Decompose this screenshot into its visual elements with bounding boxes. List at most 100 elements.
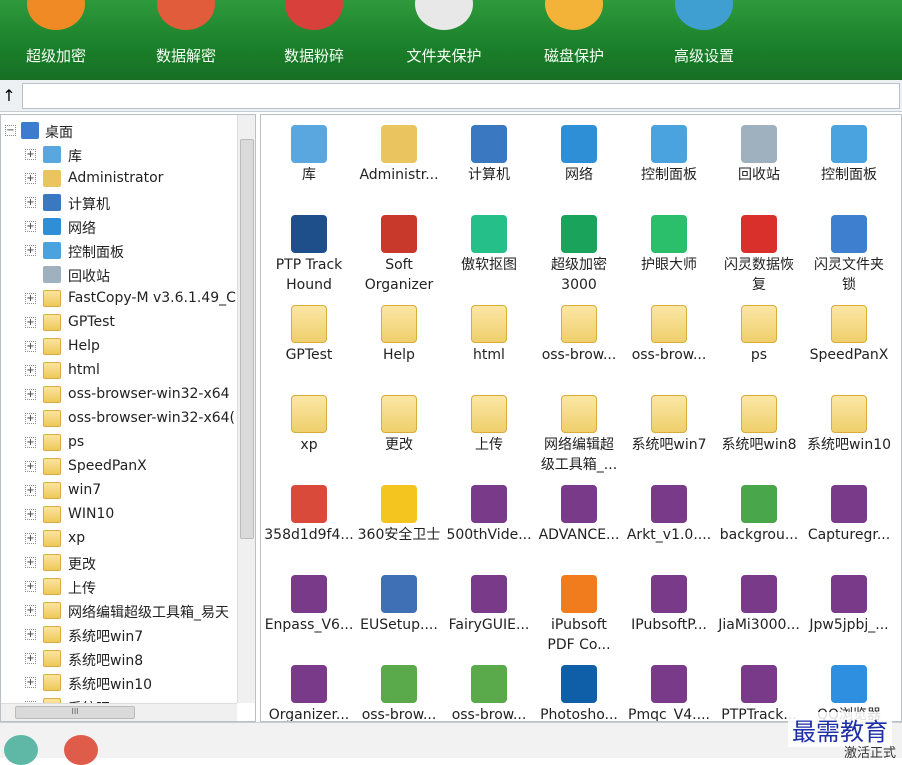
file-item[interactable]: oss-brow...	[534, 299, 624, 389]
expand-icon[interactable]: +	[25, 221, 36, 232]
file-item[interactable]: 更改	[354, 389, 444, 479]
tree-item[interactable]: + ps	[1, 431, 237, 455]
tree-item[interactable]: + 系统吧win8	[1, 647, 237, 671]
file-item[interactable]: 闪灵文件夹 锁	[804, 209, 894, 299]
expand-icon[interactable]: +	[25, 197, 36, 208]
file-item[interactable]: backgrou...	[714, 479, 804, 569]
file-item[interactable]: html	[444, 299, 534, 389]
file-item[interactable]: 系统吧win8	[714, 389, 804, 479]
tree-item[interactable]: + xp	[1, 527, 237, 551]
expand-icon[interactable]: +	[25, 413, 36, 424]
chat-icon[interactable]	[4, 735, 38, 765]
expand-icon[interactable]: +	[25, 581, 36, 592]
tree-item[interactable]: + 更改	[1, 551, 237, 575]
tree-item[interactable]: + 上传	[1, 575, 237, 599]
file-item[interactable]: 护眼大师	[624, 209, 714, 299]
toolbar-button-5[interactable]: 磁盘保护	[514, 0, 634, 80]
tree-item[interactable]: + html	[1, 359, 237, 383]
file-item[interactable]: xp	[264, 389, 354, 479]
file-item[interactable]: 360安全卫士	[354, 479, 444, 569]
expand-icon[interactable]: +	[25, 389, 36, 400]
file-item[interactable]: 系统吧win7	[624, 389, 714, 479]
expand-icon[interactable]: +	[25, 533, 36, 544]
expand-icon[interactable]: +	[25, 629, 36, 640]
folder-tree[interactable]: − 桌面 + 库 + Administrator + 计算机 + 网络 + 控制面板 回收站 + FastC…	[0, 114, 256, 722]
tree-item[interactable]: + win7	[1, 479, 237, 503]
file-item[interactable]: Arkt_v1.0....	[624, 479, 714, 569]
up-arrow-icon[interactable]: ↑	[0, 82, 18, 110]
expand-icon[interactable]: +	[25, 557, 36, 568]
tree-item[interactable]: + 网络	[1, 215, 237, 239]
tree-item[interactable]: + Help	[1, 335, 237, 359]
tree-vertical-scrollbar[interactable]	[237, 115, 255, 703]
rocket-icon[interactable]	[64, 735, 98, 765]
tree-item[interactable]: + 网络编辑超级工具箱_易天	[1, 599, 237, 623]
file-item[interactable]: FairyGUIE...	[444, 569, 534, 659]
tree-item[interactable]: + SpeedPanX	[1, 455, 237, 479]
file-item[interactable]: 回收站	[714, 119, 804, 209]
expand-icon[interactable]: +	[25, 461, 36, 472]
file-item[interactable]: Enpass_V6...	[264, 569, 354, 659]
file-item[interactable]: Pmqc_V4....	[624, 659, 714, 721]
tree-item[interactable]: + FastCopy-M v3.6.1.49_Cl	[1, 287, 237, 311]
tree-item[interactable]: + oss-browser-win32-x64	[1, 383, 237, 407]
file-item[interactable]: EUSetup....	[354, 569, 444, 659]
file-item[interactable]: Soft Organizer	[354, 209, 444, 299]
tree-item[interactable]: + GPTest	[1, 311, 237, 335]
collapse-icon[interactable]: −	[5, 125, 16, 136]
tree-item[interactable]: + WIN10	[1, 503, 237, 527]
scroll-thumb[interactable]	[240, 139, 254, 539]
file-item[interactable]: 计算机	[444, 119, 534, 209]
expand-icon[interactable]: +	[25, 677, 36, 688]
file-item[interactable]: Photosho...	[534, 659, 624, 721]
expand-icon[interactable]: +	[25, 509, 36, 520]
tree-item[interactable]: + Administrator	[1, 167, 237, 191]
file-item[interactable]: oss-brow...	[624, 299, 714, 389]
tree-root-desktop[interactable]: − 桌面	[1, 119, 237, 143]
address-input[interactable]	[22, 83, 900, 109]
file-item[interactable]: 网络	[534, 119, 624, 209]
expand-icon[interactable]: +	[25, 341, 36, 352]
scroll-thumb[interactable]: III	[15, 706, 135, 719]
file-item[interactable]: JiaMi3000...	[714, 569, 804, 659]
file-item[interactable]: Organizer...	[264, 659, 354, 721]
file-item[interactable]: 控制面板	[804, 119, 894, 209]
file-item[interactable]: Help	[354, 299, 444, 389]
file-item[interactable]: 500thVide...	[444, 479, 534, 569]
tree-item[interactable]: + 计算机	[1, 191, 237, 215]
expand-icon[interactable]: +	[25, 605, 36, 616]
file-item[interactable]: iPubsoft PDF Co...	[534, 569, 624, 659]
expand-icon[interactable]: +	[25, 485, 36, 496]
toolbar-button-6[interactable]: 高级设置	[644, 0, 764, 80]
file-item[interactable]: 358d1d9f4...	[264, 479, 354, 569]
tree-item[interactable]: + 系统吧win7	[1, 623, 237, 647]
file-item[interactable]: IPubsoftP...	[624, 569, 714, 659]
expand-icon[interactable]: +	[25, 245, 36, 256]
expand-icon[interactable]: +	[25, 173, 36, 184]
file-item[interactable]: SpeedPanX	[804, 299, 894, 389]
file-item[interactable]: oss-brow...	[354, 659, 444, 721]
file-item[interactable]: oss-brow...	[444, 659, 534, 721]
toolbar-button-1[interactable]: 超级加密	[0, 0, 116, 80]
file-item[interactable]: 超级加密 3000	[534, 209, 624, 299]
file-item[interactable]: 闪灵数据恢 复	[714, 209, 804, 299]
tree-item[interactable]: + 库	[1, 143, 237, 167]
file-item[interactable]: 网络编辑超 级工具箱_...	[534, 389, 624, 479]
file-item[interactable]: Capturegr...	[804, 479, 894, 569]
tree-item[interactable]: + oss-browser-win32-x64(	[1, 407, 237, 431]
toolbar-button-3[interactable]: 数据粉碎	[254, 0, 374, 80]
expand-icon[interactable]: +	[25, 653, 36, 664]
activate-link[interactable]: 激活正式	[844, 742, 896, 761]
file-item[interactable]: ADVANCE...	[534, 479, 624, 569]
expand-icon[interactable]: +	[25, 365, 36, 376]
tree-item[interactable]: 回收站	[1, 263, 237, 287]
file-item[interactable]: 控制面板	[624, 119, 714, 209]
file-item[interactable]: 傲软抠图	[444, 209, 534, 299]
file-item[interactable]: PTP Track Hound	[264, 209, 354, 299]
tree-item[interactable]: + 控制面板	[1, 239, 237, 263]
expand-icon[interactable]: +	[25, 149, 36, 160]
toolbar-button-2[interactable]: 数据解密	[126, 0, 246, 80]
file-item[interactable]: 系统吧win10	[804, 389, 894, 479]
tree-item[interactable]: + 系统吧win10	[1, 671, 237, 695]
file-item[interactable]: GPTest	[264, 299, 354, 389]
